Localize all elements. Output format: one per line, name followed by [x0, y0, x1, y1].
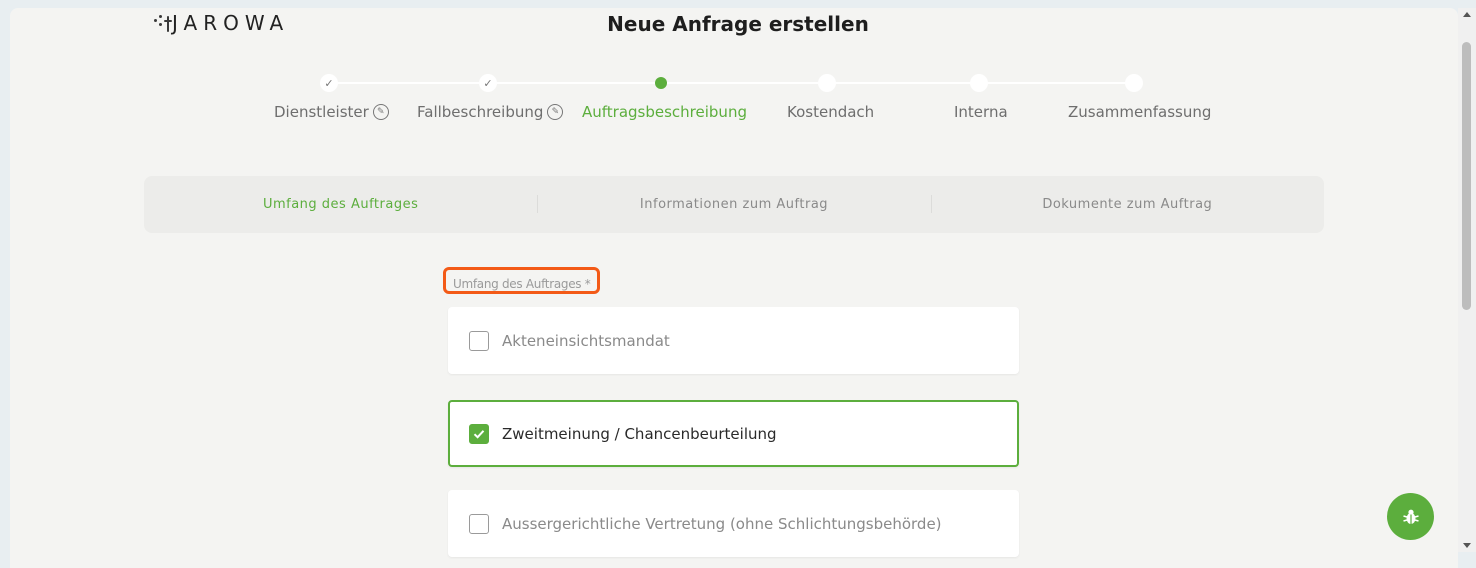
tab-informationen[interactable]: Informationen zum Auftrag — [537, 176, 930, 233]
step-label-interna: Interna — [954, 103, 1008, 121]
step-label-text: Interna — [954, 103, 1008, 121]
scroll-down-arrow-icon[interactable] — [1463, 543, 1471, 548]
option-aussergerichtliche-vertretung[interactable]: Aussergerichtliche Vertretung (ohne Schl… — [448, 490, 1019, 557]
checkbox[interactable] — [469, 330, 489, 351]
bug-icon — [1402, 509, 1419, 524]
pencil-icon[interactable]: ✎ — [547, 104, 564, 120]
stepper-line-pending — [660, 82, 1135, 84]
pencil-icon[interactable]: ✎ — [372, 104, 389, 120]
step-label-kostendach: Kostendach — [787, 103, 874, 121]
step-label-text: Dienstleister — [274, 103, 369, 121]
checkbox-checked[interactable] — [469, 423, 489, 444]
option-label: Aussergerichtliche Vertretung (ohne Schl… — [502, 514, 942, 533]
step-dot-dienstleister[interactable]: ✓ — [320, 74, 338, 92]
check-icon: ✓ — [324, 76, 334, 90]
option-zweitmeinung[interactable]: Zweitmeinung / Chancenbeurteilung — [448, 400, 1019, 467]
step-label-text: Kostendach — [787, 103, 875, 121]
step-dot-kostendach — [818, 74, 836, 92]
option-label: Zweitmeinung / Chancenbeurteilung — [502, 424, 777, 443]
step-label-auftragsbeschreibung: Auftragsbeschreibung — [582, 103, 747, 121]
step-label-zusammenfassung: Zusammenfassung — [1068, 103, 1211, 121]
tab-umfang[interactable]: Umfang des Auftrages — [144, 176, 537, 233]
field-label-umfang: Umfang des Auftrages * — [443, 267, 600, 294]
vertical-scrollbar[interactable] — [1458, 8, 1476, 552]
step-label-dienstleister[interactable]: Dienstleister ✎ — [274, 103, 389, 121]
section-tabs: Umfang des Auftrages Informationen zum A… — [144, 176, 1324, 233]
step-label-text: Fallbeschreibung — [417, 103, 544, 121]
option-akteneinsichtsmandat[interactable]: Akteneinsichtsmandat — [448, 307, 1019, 374]
check-icon: ✓ — [483, 76, 493, 90]
tab-dokumente[interactable]: Dokumente zum Auftrag — [930, 176, 1324, 233]
page-title: Neue Anfrage erstellen — [607, 12, 869, 36]
step-dot-fallbeschreibung[interactable]: ✓ — [479, 74, 497, 92]
step-dot-zusammenfassung — [1125, 74, 1143, 92]
main-panel — [10, 8, 1458, 568]
scroll-thumb[interactable] — [1462, 42, 1471, 310]
checkbox[interactable] — [469, 513, 489, 534]
step-label-text: Zusammenfassung — [1068, 103, 1212, 121]
step-dot-auftragsbeschreibung — [655, 77, 667, 89]
option-label: Akteneinsichtsmandat — [502, 331, 670, 350]
step-label-fallbeschreibung[interactable]: Fallbeschreibung ✎ — [417, 103, 564, 121]
step-label-text: Auftragsbeschreibung — [582, 103, 747, 121]
scroll-up-arrow-icon[interactable] — [1463, 12, 1471, 17]
check-icon — [473, 429, 485, 439]
bug-report-button[interactable] — [1387, 493, 1434, 540]
step-dot-interna — [970, 74, 988, 92]
